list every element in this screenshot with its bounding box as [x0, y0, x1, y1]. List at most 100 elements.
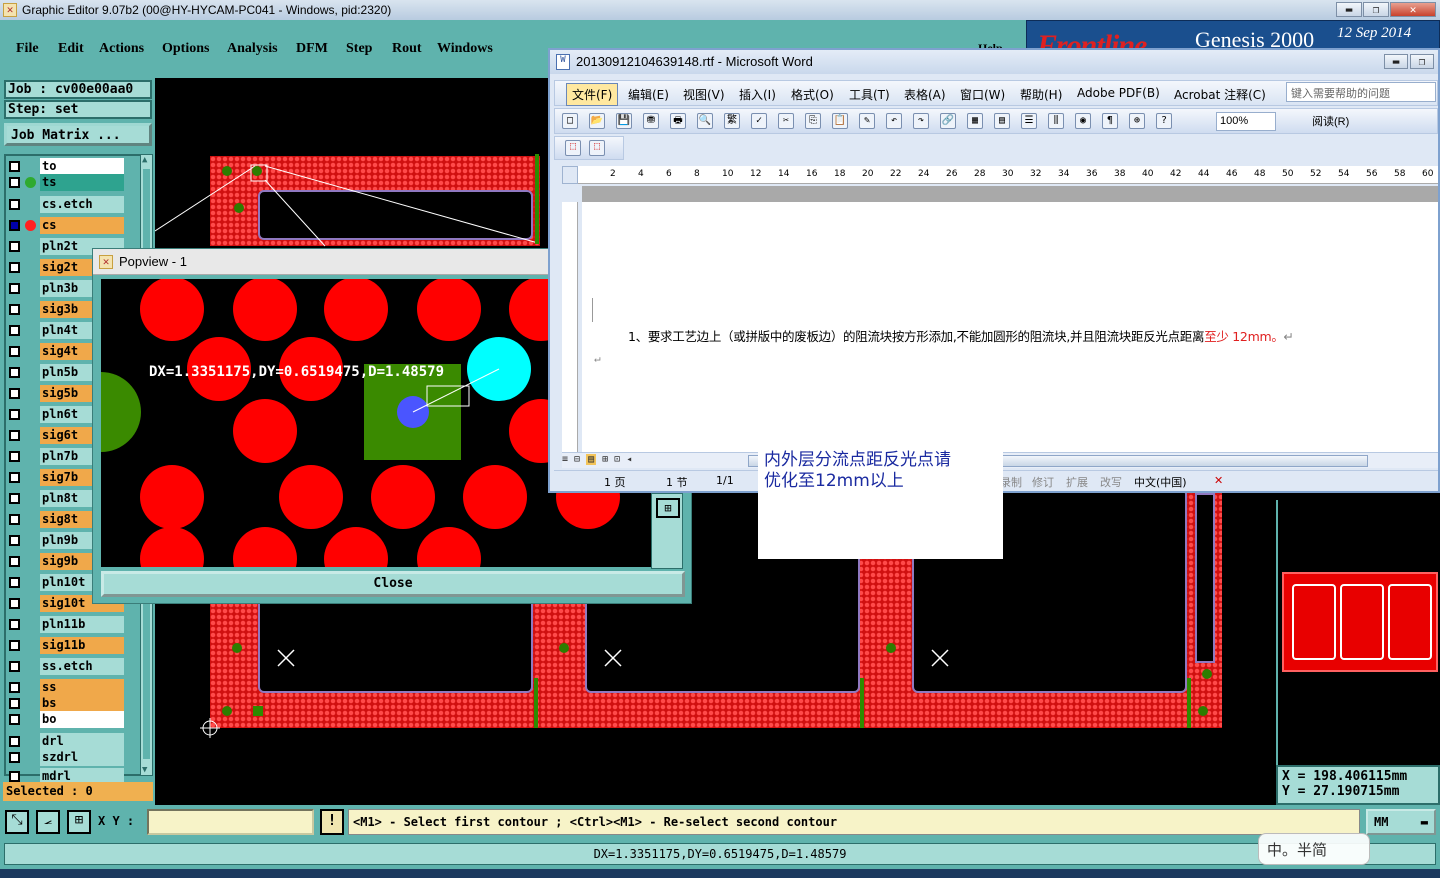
- toolbar-button-icon[interactable]: ↶: [886, 113, 902, 129]
- layer-checkbox[interactable]: [9, 346, 20, 357]
- maximize-button[interactable]: ❐: [1363, 2, 1389, 17]
- layer-checkbox[interactable]: [9, 698, 20, 709]
- toolbar-button-icon[interactable]: ↷: [913, 113, 929, 129]
- read-button[interactable]: 阅读(R): [1312, 113, 1349, 129]
- layer-checkbox[interactable]: [9, 736, 20, 747]
- toolbar-button-icon[interactable]: ▤: [994, 113, 1010, 129]
- toolbar-button-icon[interactable]: ☰: [1021, 113, 1037, 129]
- zoom-box[interactable]: 100%: [1216, 112, 1276, 131]
- menu-actions[interactable]: Actions: [99, 41, 144, 57]
- toolbar-button-icon[interactable]: 🔍: [697, 113, 713, 129]
- toolbar-button-icon[interactable]: ◉: [1075, 113, 1091, 129]
- layer-checkbox[interactable]: [9, 367, 20, 378]
- snap-icon[interactable]: ⤡: [5, 810, 29, 834]
- toolbar-button-icon[interactable]: ⛃: [643, 113, 659, 129]
- layer-checkbox[interactable]: [9, 325, 20, 336]
- layer-checkbox[interactable]: [9, 388, 20, 399]
- menu-windows[interactable]: Windows: [437, 41, 493, 57]
- units-select[interactable]: MM ▬: [1366, 809, 1436, 835]
- layer-checkbox[interactable]: [9, 472, 20, 483]
- word-menu-view[interactable]: 视图(V): [683, 86, 725, 103]
- grid-icon[interactable]: ⊞: [67, 810, 91, 834]
- layer-checkbox[interactable]: [9, 199, 20, 210]
- layer-checkbox[interactable]: [9, 220, 20, 231]
- layer-row[interactable]: szdrl: [6, 749, 126, 766]
- word-menu-insert[interactable]: 插入(I): [739, 86, 776, 103]
- minimize-button[interactable]: ▬: [1336, 2, 1362, 17]
- word-menu-file[interactable]: 文件(F): [566, 83, 619, 106]
- word-menu-help[interactable]: 帮助(H): [1020, 86, 1062, 103]
- toolbar-button-icon[interactable]: ⊕: [1129, 113, 1145, 129]
- layer-row[interactable]: cs: [6, 217, 126, 234]
- toolbar-button-icon[interactable]: 💾: [616, 113, 632, 129]
- layer-checkbox[interactable]: [9, 598, 20, 609]
- word-menu-window[interactable]: 窗口(W): [960, 86, 1005, 103]
- menu-step[interactable]: Step: [346, 41, 372, 57]
- layer-row[interactable]: to: [6, 158, 126, 175]
- angle-icon[interactable]: ⦟: [36, 810, 60, 834]
- close-button[interactable]: ✕: [1390, 2, 1436, 17]
- toolbar-button-icon[interactable]: 繁: [724, 113, 740, 129]
- fit-icon[interactable]: ⊞: [656, 498, 680, 518]
- menu-edit[interactable]: Edit: [58, 41, 84, 57]
- word-menu-edit[interactable]: 编辑(E): [628, 86, 669, 103]
- toolbar-button-icon[interactable]: 🖶: [670, 113, 686, 129]
- pdf-icon[interactable]: ⬚: [565, 140, 581, 156]
- toolbar-button-icon[interactable]: 📋: [832, 113, 848, 129]
- toolbar-button-icon[interactable]: ▦: [967, 113, 983, 129]
- toolbar-button-icon[interactable]: 📂: [589, 113, 605, 129]
- layer-checkbox[interactable]: [9, 577, 20, 588]
- layer-checkbox[interactable]: [9, 409, 20, 420]
- layer-checkbox[interactable]: [9, 619, 20, 630]
- word-menu-format[interactable]: 格式(O): [791, 86, 834, 103]
- menu-analysis[interactable]: Analysis: [227, 41, 278, 57]
- toolbar-button-icon[interactable]: 🔗: [940, 113, 956, 129]
- word-menu-table[interactable]: 表格(A): [904, 86, 946, 103]
- word-menu-acrobat[interactable]: Acrobat 注释(C): [1174, 86, 1266, 103]
- toolbar-button-icon[interactable]: ✎: [859, 113, 875, 129]
- layer-checkbox[interactable]: [9, 262, 20, 273]
- layer-checkbox[interactable]: [9, 535, 20, 546]
- toolbar-button-icon[interactable]: □: [562, 113, 578, 129]
- toolbar-button-icon[interactable]: ⫼: [1048, 113, 1064, 129]
- toolbar-button-icon[interactable]: ✓: [751, 113, 767, 129]
- xy-input[interactable]: [147, 809, 314, 835]
- layer-row[interactable]: drl: [6, 733, 126, 750]
- layer-checkbox[interactable]: [9, 283, 20, 294]
- layer-checkbox[interactable]: [9, 451, 20, 462]
- document-page[interactable]: 1、要求工艺边上（或拼版中的废板边）的阻流块按方形添加,不能加圆形的阻流块,并且…: [582, 202, 1438, 452]
- layer-checkbox[interactable]: [9, 640, 20, 651]
- layer-checkbox[interactable]: [9, 682, 20, 693]
- toolbar-button-icon[interactable]: ¶: [1102, 113, 1118, 129]
- layer-row[interactable]: bs: [6, 695, 126, 712]
- word-minimize-button[interactable]: ▬: [1384, 54, 1408, 69]
- layer-checkbox[interactable]: [9, 161, 20, 172]
- layer-checkbox[interactable]: [9, 752, 20, 763]
- layer-checkbox[interactable]: [9, 771, 20, 782]
- popview-close-button[interactable]: Close: [101, 571, 685, 597]
- layer-checkbox[interactable]: [9, 304, 20, 315]
- layer-row[interactable]: cs.etch: [6, 196, 126, 213]
- toolbar-button-icon[interactable]: ⎘: [805, 113, 821, 129]
- word-menu-adobe-pdf[interactable]: Adobe PDF(B): [1077, 86, 1160, 100]
- menu-options[interactable]: Options: [162, 41, 209, 57]
- layer-row[interactable]: ss: [6, 679, 126, 696]
- menu-rout[interactable]: Rout: [392, 41, 422, 57]
- ime-indicator[interactable]: 中。半简: [1258, 833, 1370, 865]
- layer-row[interactable]: bo: [6, 711, 126, 728]
- layer-row[interactable]: sig11b: [6, 637, 126, 654]
- layer-row[interactable]: ts: [6, 174, 126, 191]
- help-search-input[interactable]: 键入需要帮助的问题: [1286, 82, 1436, 102]
- menu-dfm[interactable]: DFM: [296, 41, 328, 57]
- word-menu-tools[interactable]: 工具(T): [849, 86, 890, 103]
- alert-icon[interactable]: !: [320, 809, 344, 835]
- layer-checkbox[interactable]: [9, 493, 20, 504]
- layer-row[interactable]: pln11b: [6, 616, 126, 633]
- layer-checkbox[interactable]: [9, 177, 20, 188]
- layer-checkbox[interactable]: [9, 661, 20, 672]
- toolbar-button-icon[interactable]: ✂: [778, 113, 794, 129]
- layer-checkbox[interactable]: [9, 241, 20, 252]
- pdf-convert-icon[interactable]: ⬚: [589, 140, 605, 156]
- word-restore-button[interactable]: ❐: [1410, 54, 1434, 69]
- layer-checkbox[interactable]: [9, 714, 20, 725]
